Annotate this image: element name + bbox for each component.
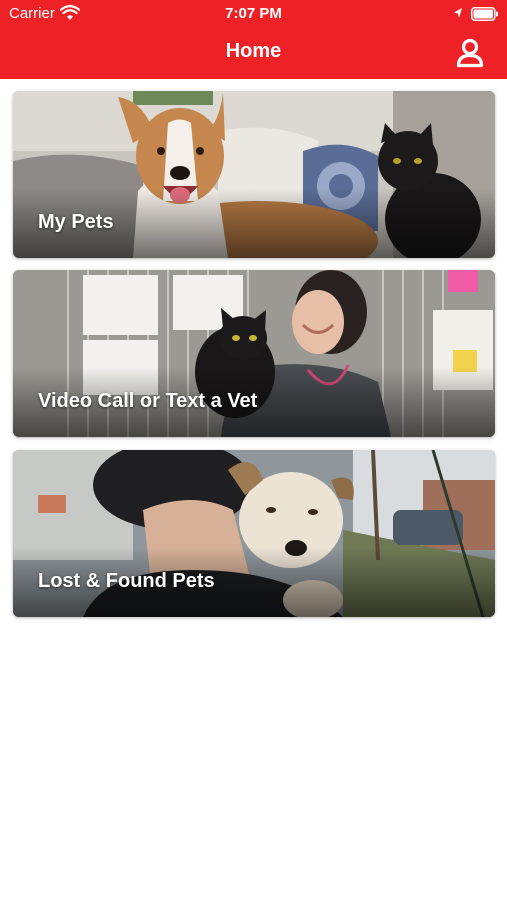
- location-arrow-icon: [454, 8, 462, 18]
- clock: 7:07 PM: [225, 5, 282, 22]
- battery-icon: [471, 7, 498, 21]
- card-title: My Pets: [38, 211, 114, 233]
- video-call-vet-card[interactable]: Video Call or Text a Vet: [13, 270, 495, 437]
- status-bar: Carrier 7:07 PM: [0, 0, 507, 28]
- card-title: Video Call or Text a Vet: [38, 390, 258, 412]
- lost-found-pets-card[interactable]: Lost & Found Pets: [13, 450, 495, 617]
- card-title: Lost & Found Pets: [38, 570, 215, 592]
- navigation-bar: Carrier 7:07 PM Home: [0, 0, 507, 79]
- user-profile-icon[interactable]: [456, 38, 484, 68]
- my-pets-card[interactable]: My Pets: [13, 91, 495, 258]
- page-title: Home: [225, 40, 282, 62]
